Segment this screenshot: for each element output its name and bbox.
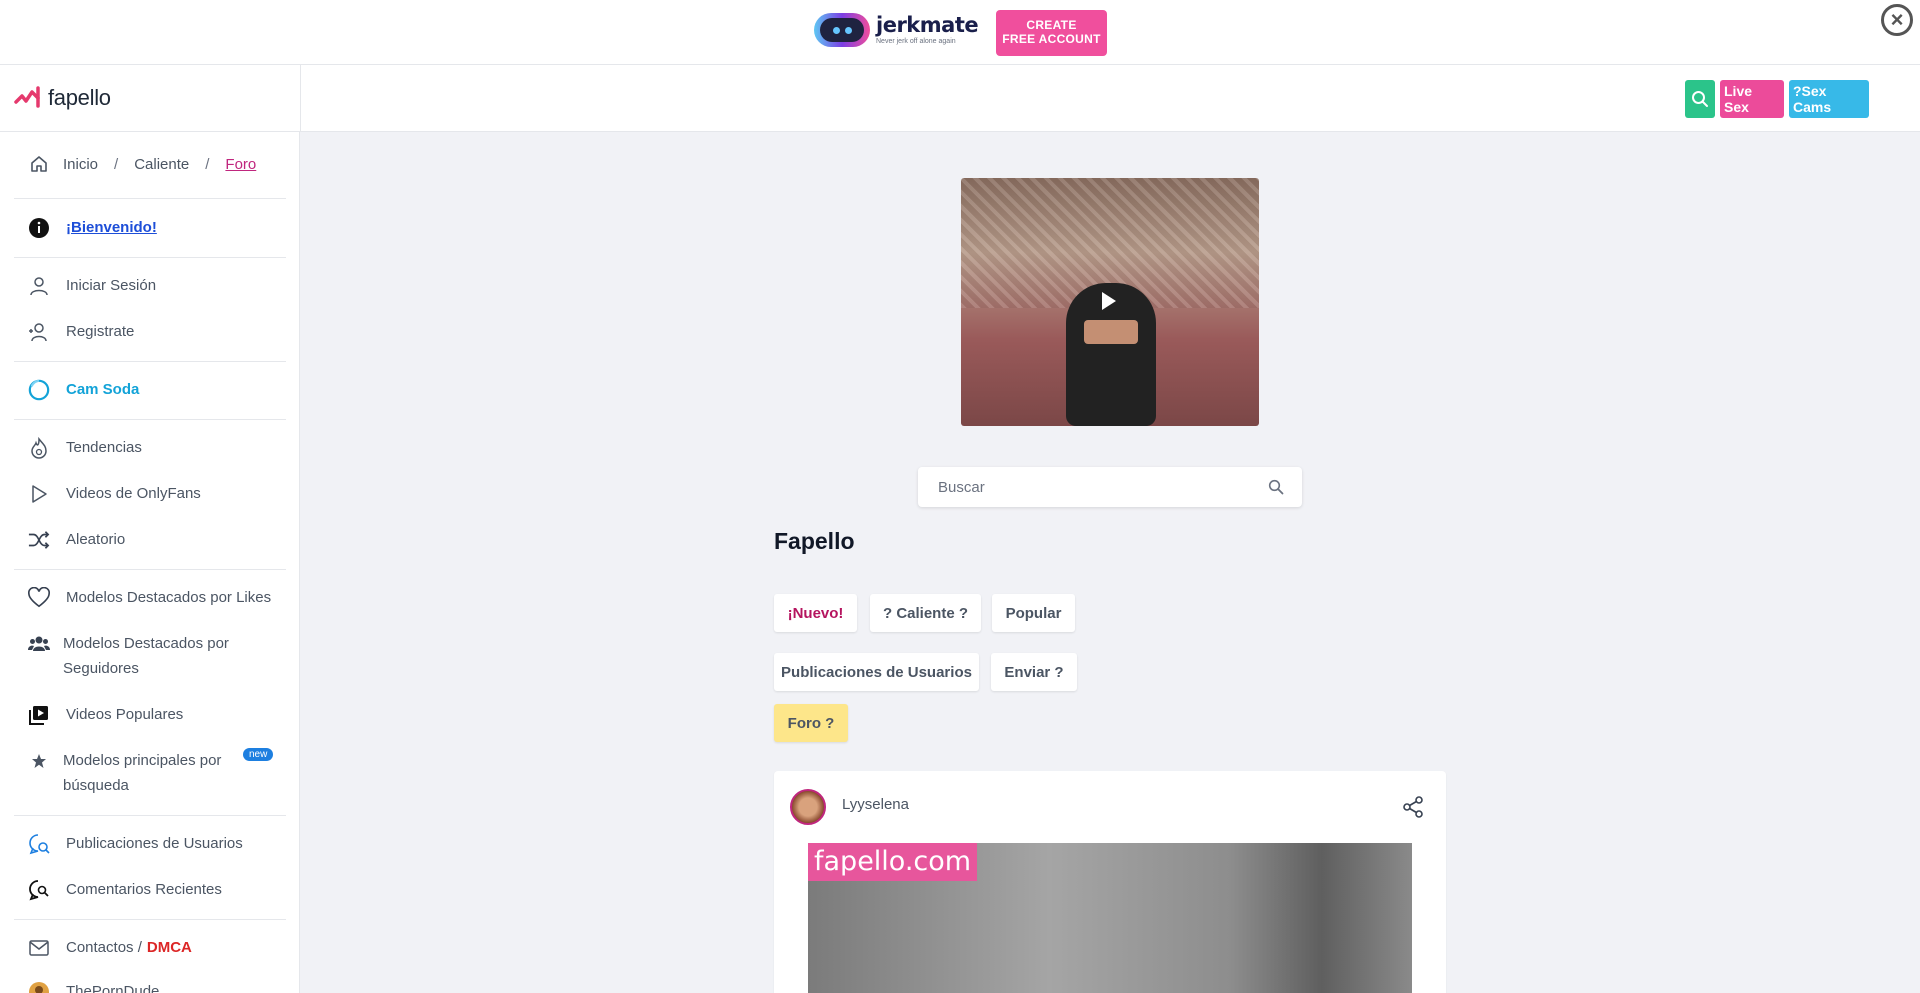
sidebar-item-label: Modelos Destacados por Seguidores xyxy=(63,635,229,677)
tab-enviar[interactable]: Enviar ? xyxy=(991,653,1077,691)
mail-icon xyxy=(29,939,49,956)
sidebar-item-label: ¡Bienvenido! xyxy=(66,219,157,236)
sidebar-item-user-posts[interactable]: Publicaciones de Usuarios xyxy=(28,831,288,856)
search-icon[interactable] xyxy=(1268,479,1284,495)
breadcrumb-current[interactable]: Foro xyxy=(225,156,256,173)
ad-banner[interactable]: jerkmate Never jerk off alone again CREA… xyxy=(0,0,1920,65)
sidebar-item-partner[interactable]: ThePornDude xyxy=(28,979,288,993)
ad-cta-line1: CREATE xyxy=(1026,18,1077,32)
sidebar-item-label: ThePornDude xyxy=(66,983,160,993)
sidebar-divider xyxy=(14,257,286,258)
heart-icon xyxy=(28,586,50,607)
fire-icon xyxy=(31,436,47,459)
video-playlist-icon xyxy=(29,705,48,725)
sidebar-item-label: Videos Populares xyxy=(66,706,184,723)
sidebar-item-popular-videos[interactable]: Videos Populares xyxy=(28,702,288,727)
page-title: Fapello xyxy=(774,528,855,554)
site-header: fapello Live Sex ?Sex Cams xyxy=(0,65,1920,132)
ad-tagline: Never jerk off alone again xyxy=(876,38,956,45)
ad-brand: jerkmate xyxy=(876,13,979,37)
sidebar-item-label: Modelos Destacados por Likes xyxy=(66,589,272,606)
sidebar-item-label: Iniciar Sesión xyxy=(66,277,157,294)
close-icon[interactable]: × xyxy=(1881,4,1913,36)
sidebar-item-random[interactable]: Aleatorio xyxy=(28,527,288,552)
sidebar-divider xyxy=(14,419,286,420)
sidebar: Inicio / Caliente / Foro ¡Bienvenido! In… xyxy=(0,132,300,993)
avatar[interactable] xyxy=(790,789,826,825)
ad-logo[interactable]: jerkmate Never jerk off alone again xyxy=(814,13,979,47)
user-plus-icon xyxy=(29,322,47,341)
breadcrumb-hot[interactable]: Caliente xyxy=(134,156,189,173)
breadcrumb: Inicio / Caliente / Foro xyxy=(29,154,256,174)
post-card: Lyyselena fapello.com xyxy=(774,771,1446,993)
ad-cta-line2: FREE ACCOUNT xyxy=(1002,32,1101,46)
watermark: fapello.com xyxy=(808,843,978,881)
sidebar-item-register[interactable]: Registrate xyxy=(28,319,288,344)
sidebar-item-label: Cam Soda xyxy=(66,381,140,398)
sidebar-item-trends[interactable]: Tendencias xyxy=(28,435,288,460)
camsoda-icon xyxy=(28,379,50,400)
sidebar-item-label: Publicaciones de Usuarios xyxy=(66,835,243,852)
tab-publicaciones[interactable]: Publicaciones de Usuarios xyxy=(774,653,979,691)
tab-caliente[interactable]: ? Caliente ? xyxy=(870,594,981,632)
sidebar-item-label: Modelos principales por búsqueda xyxy=(63,752,222,794)
breadcrumb-separator: / xyxy=(205,155,210,173)
sidebar-divider xyxy=(14,361,286,362)
share-icon[interactable] xyxy=(1402,796,1424,818)
sidebar-item-welcome[interactable]: ¡Bienvenido! xyxy=(28,215,288,240)
ad-logo-icon xyxy=(814,13,870,47)
header-search-button[interactable] xyxy=(1685,80,1715,118)
ad-create-account-button[interactable]: CREATE FREE ACCOUNT xyxy=(996,10,1107,56)
sidebar-item-contacts[interactable]: Contactos / DMCA xyxy=(28,935,288,960)
breadcrumb-home[interactable]: Inicio xyxy=(63,156,98,173)
logo-text: fapello xyxy=(48,85,111,110)
sidebar-divider xyxy=(14,919,286,920)
tab-popular[interactable]: Popular xyxy=(992,594,1075,632)
sidebar-item-label: Registrate xyxy=(66,323,135,340)
sidebar-item-recent-comments[interactable]: Comentarios Recientes xyxy=(28,877,288,902)
tab-foro[interactable]: Foro ? xyxy=(774,704,848,742)
sidebar-item-label: Videos de OnlyFans xyxy=(66,485,201,502)
post-username[interactable]: Lyyselena xyxy=(842,796,909,813)
sidebar-item-label: Tendencias xyxy=(66,439,142,456)
post-media[interactable]: fapello.com xyxy=(808,843,1412,993)
info-icon xyxy=(29,217,49,238)
partner-icon xyxy=(29,981,49,993)
sidebar-item-label: Aleatorio xyxy=(66,531,126,548)
sidebar-item-label: Comentarios Recientes xyxy=(66,881,222,898)
featured-video[interactable] xyxy=(961,178,1259,426)
live-sex-button[interactable]: Live Sex xyxy=(1720,80,1784,118)
user-icon xyxy=(30,276,48,295)
site-logo[interactable]: fapello xyxy=(14,85,111,111)
sidebar-item-login[interactable]: Iniciar Sesión xyxy=(28,273,288,298)
new-badge: new xyxy=(243,748,274,761)
sidebar-divider xyxy=(14,198,286,199)
play-icon[interactable] xyxy=(1102,292,1116,310)
search-box xyxy=(918,467,1302,507)
users-icon xyxy=(28,636,50,651)
header-actions: Live Sex ?Sex Cams xyxy=(1685,80,1869,118)
sidebar-divider xyxy=(14,569,286,570)
sidebar-item-top-likes[interactable]: Modelos Destacados por Likes xyxy=(28,585,288,610)
fapello-logo-icon xyxy=(14,86,40,108)
dmca-link[interactable]: DMCA xyxy=(147,935,192,960)
header-divider xyxy=(300,65,301,132)
sidebar-item-label: Contactos / xyxy=(66,939,142,956)
search-icon xyxy=(1692,91,1708,107)
tab-nuevo[interactable]: ¡Nuevo! xyxy=(774,594,857,632)
star-icon xyxy=(32,753,46,768)
chat-search-icon xyxy=(29,833,50,854)
sidebar-item-top-followers[interactable]: Modelos Destacados por Seguidores xyxy=(28,631,288,681)
comment-search-icon xyxy=(29,879,49,900)
sidebar-divider xyxy=(14,815,286,816)
home-icon xyxy=(31,156,47,172)
sidebar-item-onlyfans-videos[interactable]: Videos de OnlyFans xyxy=(28,481,288,506)
play-icon xyxy=(32,484,47,503)
sex-cams-button[interactable]: ?Sex Cams xyxy=(1789,80,1869,118)
breadcrumb-separator: / xyxy=(114,155,119,173)
sidebar-item-camsoda[interactable]: Cam Soda xyxy=(28,377,288,402)
search-input[interactable] xyxy=(918,467,1238,507)
shuffle-icon xyxy=(28,530,50,549)
